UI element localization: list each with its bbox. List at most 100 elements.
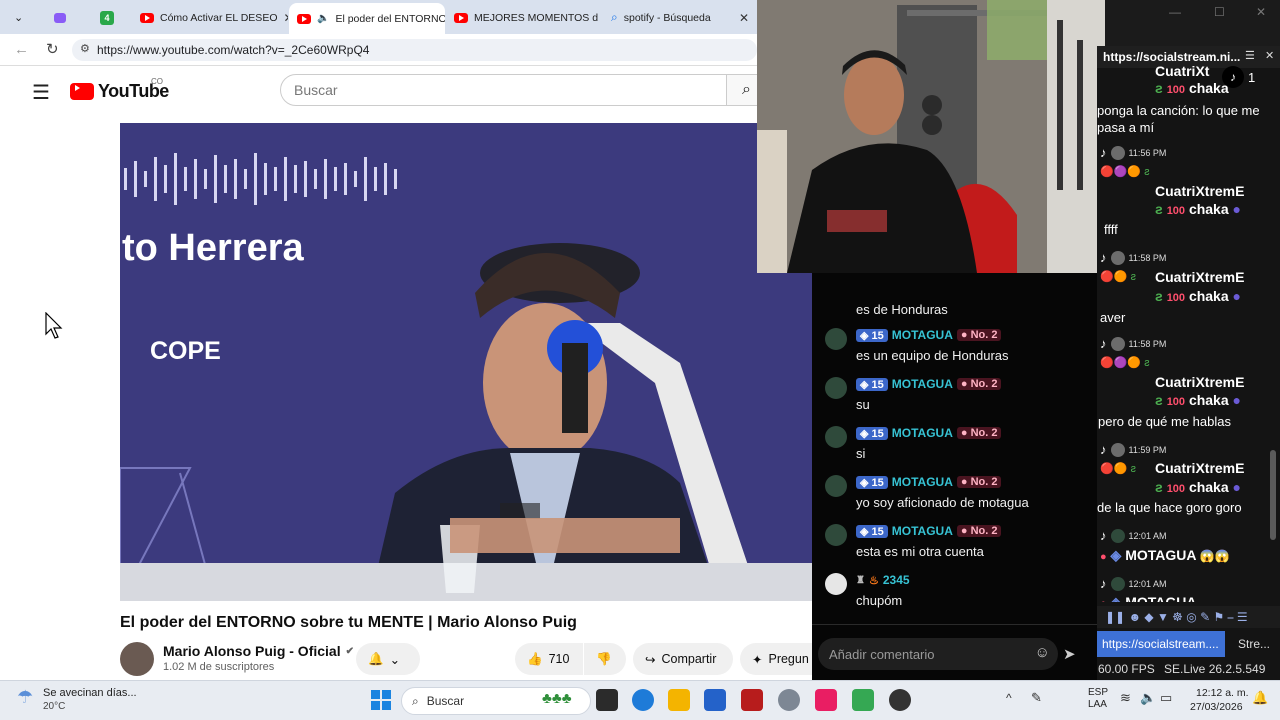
emoji-icon[interactable]: ☺ xyxy=(1035,644,1050,661)
send-icon[interactable]: ➤ xyxy=(1063,645,1076,663)
tab-spotify-search[interactable]: ⌕ spotify - Búsqueda ✕ xyxy=(603,5,757,30)
notification-bell-button[interactable]: 🔔 ⌄ xyxy=(356,643,420,675)
channel-name[interactable]: Mario Alonso Puig - Oficial ✔ xyxy=(163,643,354,659)
weather-icon[interactable]: ☂ xyxy=(17,687,33,708)
tab-como-activar[interactable]: Cómo Activar EL DESEO ✕ xyxy=(132,5,288,30)
search-icon: ⌕ xyxy=(742,81,751,98)
tab-label: Cómo Activar EL DESEO xyxy=(160,11,278,24)
close-icon[interactable]: ✕ xyxy=(1265,49,1274,62)
settings-icon[interactable]: ☰ xyxy=(1245,49,1255,62)
obs-icon[interactable] xyxy=(889,689,911,711)
settings-gear-icon[interactable] xyxy=(778,689,800,711)
tiktok-icon: ♪ xyxy=(1100,336,1107,351)
fire-icon: ♨ xyxy=(868,574,879,587)
channel-avatar[interactable] xyxy=(120,642,154,676)
chat-username[interactable]: MOTAGUA xyxy=(892,328,953,342)
chat-username-row: ● ◈ MOTAGUA 😱😱 xyxy=(1100,547,1230,563)
chat-username[interactable]: MOTAGUA xyxy=(892,377,953,391)
avatar[interactable] xyxy=(825,475,847,497)
avatar[interactable] xyxy=(825,573,847,595)
chat-username[interactable]: MOTAGUA xyxy=(892,524,953,538)
tab-label: El poder del ENTORNO xyxy=(335,12,445,25)
dislike-button[interactable]: 👎 xyxy=(584,643,626,675)
chat-username[interactable]: 2345 xyxy=(883,573,910,587)
minimize-icon[interactable]: — xyxy=(1169,5,1181,19)
file-explorer-icon[interactable] xyxy=(668,689,690,711)
socialstream-link-tab[interactable]: https://socialstream.... xyxy=(1097,631,1225,657)
ask-button[interactable]: ✦ Pregun xyxy=(740,643,812,675)
chat-app-icon[interactable] xyxy=(852,689,874,711)
tab-list-button[interactable]: ⌄ xyxy=(6,5,38,30)
avatar[interactable] xyxy=(825,328,847,350)
chat-message-text: su xyxy=(856,397,870,412)
video-frame: to Herrera COPE xyxy=(120,153,812,601)
app-icon[interactable] xyxy=(741,689,763,711)
chat-message-text: es un equipo de Honduras xyxy=(856,348,1009,363)
chevron-down-icon: ⌄ xyxy=(14,12,24,24)
avatar[interactable] xyxy=(825,524,847,546)
battery-icon[interactable]: ▭ xyxy=(1160,690,1172,706)
back-arrow-icon[interactable]: ← xyxy=(14,41,29,58)
chat-timestamp-row: ♪ 12:01 AM xyxy=(1100,528,1167,543)
clock-time[interactable]: 12:12 a. m. xyxy=(1196,687,1249,699)
thumbs-up-icon: 👍 xyxy=(527,651,543,666)
avatar[interactable] xyxy=(825,426,847,448)
rank-badge: ● No. 2 xyxy=(956,476,1002,488)
tab-label: MEJORES MOMENTOS d xyxy=(474,11,599,24)
scrollbar[interactable] xyxy=(1270,450,1276,540)
stream-tab[interactable]: Stre... xyxy=(1228,631,1280,657)
chat-message-text: pero de qué me hablas xyxy=(1098,414,1231,429)
chat-timestamp: 12:01 AM xyxy=(1128,578,1167,589)
close-window-icon[interactable]: ✕ xyxy=(1256,5,1266,19)
tab-el-poder[interactable]: 🔈 El poder del ENTORNO ✕ xyxy=(289,3,445,34)
store-icon[interactable] xyxy=(704,689,726,711)
tab-counter[interactable]: 4 xyxy=(92,5,128,30)
tiktok-icon: ♪ xyxy=(1100,442,1107,457)
task-view-icon[interactable] xyxy=(596,689,618,711)
maximize-icon[interactable]: ☐ xyxy=(1214,5,1225,19)
clock-date[interactable]: 27/03/2026 xyxy=(1190,701,1243,713)
language-indicator[interactable]: ESP LAA xyxy=(1088,687,1108,711)
tiktok-app-icon[interactable] xyxy=(815,689,837,711)
chat-timestamp-row: ♪ 11:58 PM xyxy=(1100,336,1166,351)
close-icon[interactable]: ✕ xyxy=(283,11,288,25)
chat-extra: ƨ 100 chaka xyxy=(1155,80,1229,96)
site-info-icon[interactable]: ⚙ xyxy=(80,42,90,55)
start-button[interactable] xyxy=(371,690,391,710)
chat-message-text: esta es mi otra cuenta xyxy=(856,544,984,559)
pen-icon[interactable]: ✎ xyxy=(1031,690,1042,706)
avatar[interactable] xyxy=(825,377,847,399)
taskbar-search-label: Buscar xyxy=(426,694,465,708)
reload-icon[interactable]: ↻ xyxy=(46,40,59,58)
tab-camera[interactable] xyxy=(46,5,86,30)
chevron-up-icon[interactable]: ^ xyxy=(1006,691,1012,705)
tab-mejores-momentos[interactable]: MEJORES MOMENTOS d ✕ xyxy=(446,5,602,30)
region-code: CO xyxy=(151,77,163,86)
avatar xyxy=(1110,250,1125,265)
chat-username-row: ● ◈ MOTAGUA xyxy=(1100,594,1197,602)
webcam-overlay xyxy=(757,0,1105,273)
camera-icon xyxy=(54,12,66,23)
tab-badge: 4 xyxy=(100,10,114,25)
chat-meta: ♜ ♨ 2345 xyxy=(856,573,910,587)
comment-input[interactable]: Añadir comentario ☺ xyxy=(818,638,1058,670)
wifi-icon[interactable]: ≋ xyxy=(1120,690,1131,706)
close-icon[interactable]: ✕ xyxy=(739,11,749,25)
chat-timestamp: 11:59 PM xyxy=(1128,444,1167,455)
menu-icon[interactable]: ☰ xyxy=(32,80,50,105)
ask-label: Pregun xyxy=(768,652,809,666)
volume-icon[interactable]: 🔈 xyxy=(1140,690,1156,706)
chat-username[interactable]: MOTAGUA xyxy=(892,426,953,440)
edge-icon[interactable] xyxy=(632,689,654,711)
notifications-icon[interactable]: 🔔 xyxy=(1252,690,1268,706)
chat-username[interactable]: MOTAGUA xyxy=(892,475,953,489)
youtube-search-input[interactable]: Buscar xyxy=(280,74,727,106)
share-button[interactable]: ↪ Compartir xyxy=(633,643,733,675)
like-button[interactable]: 👍 710 xyxy=(515,643,583,675)
youtube-favicon-icon xyxy=(297,13,311,24)
mouse-cursor-icon xyxy=(45,312,63,339)
chat-meta: ◈ 15 MOTAGUA ● No. 2 xyxy=(856,377,1002,391)
youtube-play-icon xyxy=(70,83,94,100)
video-player[interactable]: to Herrera COPE xyxy=(120,123,812,601)
url-field[interactable]: ⚙ https://www.youtube.com/watch?v=_2Ce60… xyxy=(72,39,757,61)
